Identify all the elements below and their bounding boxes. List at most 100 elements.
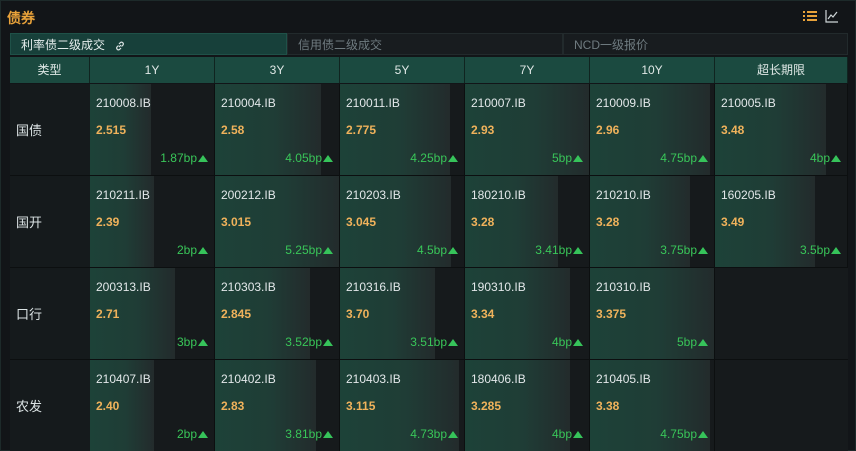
up-arrow-icon: [323, 338, 333, 346]
bond-yield: 3.375: [596, 307, 627, 321]
row-label: 国开: [10, 176, 90, 268]
bond-yield: 2.40: [96, 399, 120, 413]
bond-cell[interactable]: 210316.IB 3.70 3.51bp: [340, 268, 465, 360]
column-header-7y: 7Y: [465, 57, 590, 83]
bond-cell[interactable]: 200313.IB 2.71 3bp: [90, 268, 215, 360]
yield-change: 1.87bp: [160, 151, 208, 165]
empty-cell: [715, 360, 848, 451]
yield-change: 3.41bp: [535, 243, 583, 257]
bond-cell[interactable]: 190310.IB 3.34 4bp: [465, 268, 590, 360]
bond-cell[interactable]: 210007.IB 2.93 5bp: [465, 84, 590, 176]
up-arrow-icon: [573, 154, 583, 162]
yield-change-value: 4.25bp: [410, 151, 447, 165]
yield-change: 4bp: [552, 335, 583, 349]
bond-code: 200212.IB: [221, 188, 276, 202]
yield-change: 4.5bp: [417, 243, 458, 257]
bond-cell[interactable]: 210303.IB 2.845 3.52bp: [215, 268, 340, 360]
bond-cell[interactable]: 160205.IB 3.49 3.5bp: [715, 176, 848, 268]
bond-code: 210011.IB: [346, 96, 400, 110]
yield-change-value: 3.5bp: [799, 243, 830, 257]
yield-change: 4.75bp: [660, 427, 708, 441]
bond-cell[interactable]: 210008.IB 2.515 1.87bp: [90, 84, 215, 176]
list-icon[interactable]: [803, 9, 817, 23]
bond-grid: 类型 1Y 3Y 5Y 7Y 10Y 超长期限 国债 210008.IB 2.515 1.87bp 2…: [10, 57, 848, 451]
bond-cell[interactable]: 210210.IB 3.28 3.75bp: [590, 176, 715, 268]
yield-change-value: 3.75bp: [660, 243, 697, 257]
up-arrow-icon: [448, 246, 458, 254]
bond-cell[interactable]: 210009.IB 2.96 4.75bp: [590, 84, 715, 176]
up-arrow-icon: [698, 154, 708, 162]
bond-yield: 3.115: [346, 399, 376, 413]
bond-cell[interactable]: 200212.IB 3.015 5.25bp: [215, 176, 340, 268]
bond-yield: 3.015: [221, 215, 252, 229]
bond-cell[interactable]: 180406.IB 3.285 4bp: [465, 360, 590, 451]
up-arrow-icon: [448, 430, 458, 438]
bond-yield: 2.71: [96, 307, 120, 321]
line-chart-icon[interactable]: [825, 9, 839, 23]
bond-code: 210211.IB: [96, 188, 150, 202]
yield-change: 3.75bp: [660, 243, 708, 257]
bond-cell[interactable]: 210203.IB 3.045 4.5bp: [340, 176, 465, 268]
yield-change: 3.52bp: [285, 335, 333, 349]
yield-change: 3.51bp: [410, 335, 458, 349]
up-arrow-icon: [573, 338, 583, 346]
yield-change-value: 3.41bp: [535, 243, 572, 257]
tab-rate-bond-secondary[interactable]: 利率债二级成交: [10, 33, 287, 55]
bond-cell[interactable]: 210005.IB 3.48 4bp: [715, 84, 848, 176]
bond-cell[interactable]: 210407.IB 2.40 2bp: [90, 360, 215, 451]
yield-change-value: 4.5bp: [416, 243, 447, 257]
bond-code: 210402.IB: [221, 372, 276, 386]
up-arrow-icon: [198, 430, 208, 438]
bond-yield: 2.39: [96, 215, 120, 229]
yield-change: 3bp: [177, 335, 208, 349]
yield-change-value: 4.75bp: [660, 427, 697, 441]
bond-code: 210303.IB: [221, 280, 276, 294]
yield-change: 3.5bp: [800, 243, 841, 257]
yield-change: 2bp: [177, 243, 208, 257]
bond-code: 210203.IB: [346, 188, 401, 202]
bond-yield: 3.48: [721, 123, 745, 137]
bond-code: 210316.IB: [346, 280, 401, 294]
bond-code: 190310.IB: [471, 280, 526, 294]
yield-change: 5.25bp: [285, 243, 333, 257]
bond-code: 210403.IB: [346, 372, 401, 386]
yield-change: 4.25bp: [410, 151, 458, 165]
bond-cell[interactable]: 210011.IB 2.775 4.25bp: [340, 84, 465, 176]
column-header-5y: 5Y: [340, 57, 465, 83]
column-header-10y: 10Y: [590, 57, 715, 83]
bond-yield: 2.775: [346, 123, 377, 137]
tab-bar: 利率债二级成交 信用债二级成交 NCD一级报价: [10, 33, 848, 55]
yield-change-value: 3.51bp: [410, 335, 447, 349]
bond-cell[interactable]: 210004.IB 2.58 4.05bp: [215, 84, 340, 176]
up-arrow-icon: [198, 338, 208, 346]
tab-credit-bond-secondary[interactable]: 信用债二级成交: [287, 33, 563, 55]
bond-yield: 3.045: [346, 215, 377, 229]
tab-ncd-primary-quote[interactable]: NCD一级报价: [563, 33, 848, 55]
tab-label: NCD一级报价: [574, 38, 648, 52]
up-arrow-icon: [698, 338, 708, 346]
bond-cell[interactable]: 210402.IB 2.83 3.81bp: [215, 360, 340, 451]
bond-cell[interactable]: 180210.IB 3.28 3.41bp: [465, 176, 590, 268]
yield-change-value: 3.81bp: [285, 427, 322, 441]
bond-cell[interactable]: 210405.IB 3.38 4.75bp: [590, 360, 715, 451]
bond-cell[interactable]: 210310.IB 3.375 5bp: [590, 268, 715, 360]
bond-cell[interactable]: 210211.IB 2.39 2bp: [90, 176, 215, 268]
bond-code: 210405.IB: [596, 372, 651, 386]
bond-cell[interactable]: 210403.IB 3.115 4.73bp: [340, 360, 465, 451]
link-icon[interactable]: [114, 40, 126, 52]
up-arrow-icon: [831, 246, 841, 254]
bond-yield: 2.515: [96, 123, 127, 137]
column-header-1y: 1Y: [90, 57, 215, 83]
bond-code: 210009.IB: [596, 96, 651, 110]
yield-change-value: 4.05bp: [285, 151, 322, 165]
yield-change-value: 5bp: [676, 335, 697, 349]
bond-code: 210007.IB: [471, 96, 526, 110]
bond-code: 200313.IB: [96, 280, 151, 294]
bond-code: 180406.IB: [471, 372, 526, 386]
bond-code: 210210.IB: [596, 188, 651, 202]
column-header-ultra-long: 超长期限: [715, 57, 848, 83]
yield-change: 3.81bp: [285, 427, 333, 441]
yield-change-value: 4bp: [551, 427, 572, 441]
yield-change-value: 5bp: [551, 151, 572, 165]
up-arrow-icon: [448, 154, 458, 162]
